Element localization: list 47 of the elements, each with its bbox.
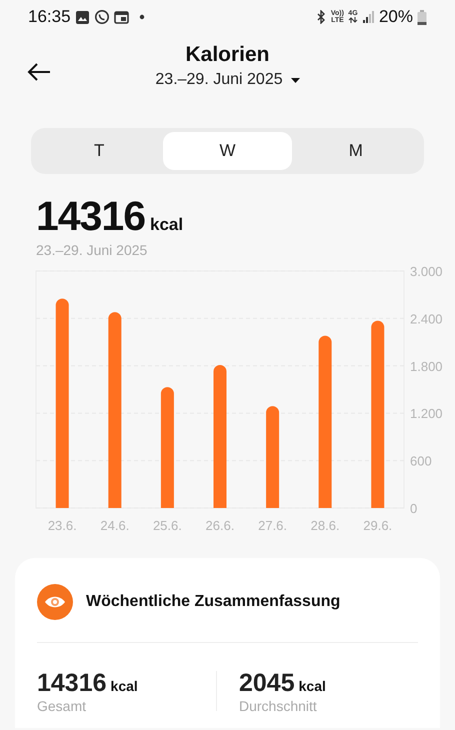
battery-percent: 20%	[378, 6, 413, 28]
axis-tick-label: 1.800	[410, 358, 443, 374]
axis-tick-label: 29.6.	[363, 518, 392, 533]
axis-tick-label: 26.6.	[206, 518, 234, 533]
status-time: 16:35	[28, 6, 71, 28]
gallery-icon	[74, 10, 90, 24]
signal-icon	[362, 11, 375, 23]
bar[interactable]	[318, 336, 332, 508]
axis-tick-label: 0	[410, 501, 418, 516]
bar[interactable]	[371, 320, 384, 508]
bar[interactable]	[160, 387, 174, 508]
eye-icon	[37, 584, 73, 620]
stat-value: 14316	[37, 669, 107, 697]
total-value: 14316	[36, 194, 146, 238]
unit-label: kcal	[150, 214, 184, 236]
axis-tick-label: 25.6.	[152, 518, 182, 533]
bar[interactable]	[108, 312, 122, 508]
axis-tick-label: 24.6.	[100, 518, 130, 533]
unit-label: kcal	[298, 677, 326, 696]
axis-tick-label: 23.6.	[48, 518, 77, 533]
stat-label: Durchschnitt	[239, 697, 318, 715]
page-title: Kalorien	[184, 42, 271, 68]
dot-icon	[138, 14, 145, 20]
bluetooth-icon	[314, 10, 327, 24]
period-tab[interactable]: M	[292, 132, 420, 170]
calendar-icon	[114, 10, 129, 24]
period-tab[interactable]: T	[35, 132, 164, 170]
unit-label: kcal	[110, 677, 138, 696]
stat-label: Gesamt	[37, 697, 88, 715]
stat-value: 2045	[239, 669, 295, 697]
battery-icon	[417, 10, 427, 24]
axis-tick-label: 1.200	[410, 406, 443, 422]
period-tab[interactable]: W	[163, 132, 292, 170]
bar[interactable]	[266, 406, 280, 508]
bar[interactable]	[56, 298, 69, 508]
summary-title: Wöchentliche Zusammenfassung	[86, 592, 340, 612]
axis-tick-label: 3.000	[410, 264, 443, 279]
chat-icon	[94, 9, 110, 25]
date-range: 23.–29. Juni 2025	[36, 242, 148, 258]
axis-tick-label: 28.6.	[310, 518, 340, 533]
axis-tick-label: 2.400	[410, 311, 443, 326]
bar[interactable]	[214, 365, 226, 508]
axis-tick-label: 600	[410, 454, 432, 469]
period-dropdown[interactable]: 23.–29. Juni 2025	[155, 69, 300, 91]
axis-tick-label: 27.6.	[258, 518, 288, 533]
caret-icon	[290, 78, 300, 82]
data-arrows-icon	[348, 17, 358, 24]
